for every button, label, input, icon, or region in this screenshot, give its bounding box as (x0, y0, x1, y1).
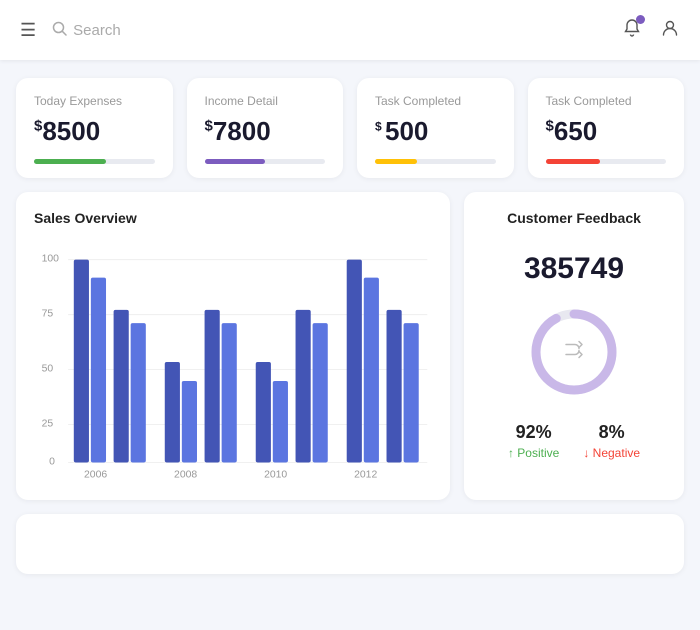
user-icon (660, 18, 680, 38)
bar (387, 310, 402, 463)
progress-fill-1 (205, 159, 265, 164)
positive-stat: 92% ↑ Positive (508, 422, 559, 460)
svg-text:100: 100 (42, 254, 60, 265)
bar (404, 323, 419, 462)
bar (165, 362, 180, 462)
bar (182, 381, 197, 462)
svg-text:2012: 2012 (354, 470, 377, 481)
progress-bar-1 (205, 159, 326, 164)
bar (273, 381, 288, 462)
metric-label-0: Today Expenses (34, 94, 155, 108)
svg-text:75: 75 (42, 309, 54, 320)
metric-value-1: $7800 (205, 116, 326, 147)
donut-chart (524, 302, 624, 402)
sales-chart-svg: 100 75 50 25 0 2006 2008 2010 2012 (34, 242, 432, 482)
bar (347, 260, 362, 463)
progress-fill-3 (546, 159, 600, 164)
feedback-total: 385749 (524, 252, 624, 286)
svg-text:2008: 2008 (174, 470, 197, 481)
progress-fill-2 (375, 159, 417, 164)
sales-overview-card: Sales Overview 100 75 50 25 0 2006 2008 … (16, 192, 450, 500)
svg-text:0: 0 (49, 456, 55, 467)
metric-value-3: $650 (546, 116, 667, 147)
progress-fill-0 (34, 159, 106, 164)
search-wrapper[interactable]: Search (52, 21, 121, 40)
metric-currency-1: $ (205, 117, 213, 134)
metric-currency-2: $ (375, 119, 385, 133)
svg-text:2010: 2010 (264, 470, 287, 481)
metric-card-0: Today Expenses $8500 (16, 78, 173, 178)
customer-feedback-card: Customer Feedback 385749 92% (464, 192, 684, 500)
bar (296, 310, 311, 463)
header: ☰ Search (0, 0, 700, 60)
metric-card-1: Income Detail $7800 (187, 78, 344, 178)
bar (205, 310, 220, 463)
arrow-down-icon: ↓ (583, 446, 589, 460)
metrics-row: Today Expenses $8500 Income Detail $7800… (0, 60, 700, 192)
bottom-placeholder (16, 514, 684, 574)
header-left: ☰ Search (20, 20, 121, 41)
positive-label: ↑ Positive (508, 446, 559, 460)
progress-bar-3 (546, 159, 667, 164)
notification-button[interactable] (622, 18, 642, 43)
metric-value-2: $ 500 (375, 116, 496, 147)
svg-text:2006: 2006 (84, 470, 107, 481)
search-label: Search (73, 22, 121, 39)
metric-card-2: Task Completed $ 500 (357, 78, 514, 178)
metric-value-0: $8500 (34, 116, 155, 147)
notification-badge (636, 15, 645, 24)
bar (313, 323, 328, 462)
negative-pct: 8% (583, 422, 640, 443)
positive-pct: 92% (508, 422, 559, 443)
feedback-title: Customer Feedback (482, 210, 666, 226)
user-avatar-icon[interactable] (660, 18, 680, 43)
bar (364, 278, 379, 463)
metric-currency-3: $ (546, 117, 554, 134)
progress-bar-2 (375, 159, 496, 164)
bar (222, 323, 237, 462)
search-icon (52, 21, 67, 40)
negative-stat: 8% ↓ Negative (583, 422, 640, 460)
svg-text:25: 25 (42, 418, 54, 429)
hamburger-icon[interactable]: ☰ (20, 20, 36, 41)
bar (114, 310, 129, 463)
sales-chart: 100 75 50 25 0 2006 2008 2010 2012 (34, 242, 432, 482)
bar (256, 362, 271, 462)
svg-text:50: 50 (42, 363, 54, 374)
progress-bar-0 (34, 159, 155, 164)
bar (91, 278, 106, 463)
arrow-up-icon: ↑ (508, 446, 514, 460)
sales-overview-title: Sales Overview (34, 210, 432, 226)
metric-card-3: Task Completed $650 (528, 78, 685, 178)
bottom-section: Sales Overview 100 75 50 25 0 2006 2008 … (0, 192, 700, 514)
metric-label-2: Task Completed (375, 94, 496, 108)
bar (74, 260, 89, 463)
negative-label: ↓ Negative (583, 446, 640, 460)
metric-label-1: Income Detail (205, 94, 326, 108)
feedback-stats: 92% ↑ Positive 8% ↓ Negative (482, 422, 666, 460)
metric-label-3: Task Completed (546, 94, 667, 108)
shuffle-icon (562, 338, 586, 367)
bar (131, 323, 146, 462)
header-right (622, 18, 680, 43)
